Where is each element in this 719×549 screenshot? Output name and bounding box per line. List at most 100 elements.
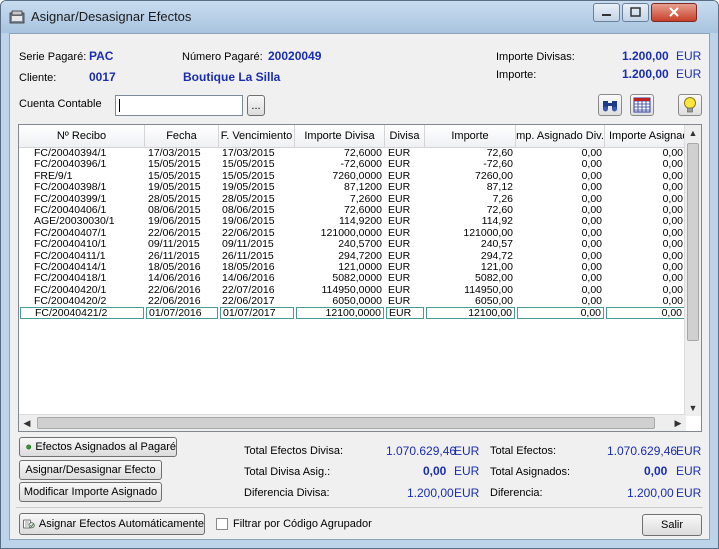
cell-importe: 121,00 [480, 261, 513, 273]
table-row[interactable]: FC/20040394/1 17/03/2015 17/03/2015 72,6000… [19, 148, 686, 159]
scroll-right-icon[interactable]: ▶ [670, 415, 686, 431]
cell-divisa: EUR [388, 204, 411, 216]
cell-divisa: EUR [386, 307, 424, 319]
efectos-grid[interactable]: Nº Recibo Fecha F. Vencimiento Importe D… [18, 124, 702, 432]
efectos-asignados-button[interactable]: Efectos Asignados al Pagaré [19, 437, 177, 457]
horizontal-scroll-thumb[interactable] [37, 417, 655, 429]
close-window-button[interactable] [651, 3, 697, 22]
cell-importe-divisa: 114,9200 [338, 216, 382, 228]
column-header-vencimiento[interactable]: F. Vencimiento [219, 125, 295, 147]
total-efectos-value: 1.070.629,46 [607, 444, 678, 458]
cell-asignado-divisa: 0,00 [581, 216, 602, 228]
browse-cuenta-button[interactable]: ... [247, 95, 265, 116]
asignar-automaticamente-button[interactable]: Asignar Efectos Automáticamente [19, 513, 205, 535]
table-row[interactable]: FC/20040418/1 14/06/2016 14/06/2016 5082,00… [19, 273, 686, 284]
auto-assign-icon [23, 519, 35, 529]
cell-importe: -72,60 [483, 159, 513, 171]
scroll-left-icon[interactable]: ◀ [19, 415, 35, 431]
cell-divisa: EUR [388, 284, 411, 296]
table-row[interactable]: FC/20040396/1 15/05/2015 15/05/2015 -72,600… [19, 159, 686, 170]
cell-asignado-divisa: 0,00 [581, 273, 602, 285]
table-row[interactable]: FRE/9/1 15/05/2015 15/05/2015 7260,0000 EUR 7… [19, 171, 686, 182]
importe-label: Importe: [496, 69, 537, 81]
vertical-scrollbar[interactable]: ▲ ▼ [684, 125, 701, 416]
table-row[interactable]: FC/20040410/1 09/11/2015 09/11/2015 240,570… [19, 239, 686, 250]
cell-importe-divisa: 114950,0000 [321, 284, 382, 296]
asignar-desasignar-button[interactable]: Asignar/Desasignar Efecto [19, 460, 162, 480]
cell-importe-asignado: 0,00 [662, 227, 683, 239]
cell-divisa: EUR [388, 159, 411, 171]
column-header-fecha[interactable]: Fecha [145, 125, 219, 147]
cell-fecha: 17/03/2015 [148, 148, 201, 159]
salir-button[interactable]: Salir [642, 514, 702, 536]
cell-importe: 7,26 [492, 193, 513, 205]
cell-importe-asignado: 0,00 [662, 261, 683, 273]
column-header-importe[interactable]: Importe [425, 125, 516, 147]
total-asignados-currency: EUR [676, 464, 702, 478]
cell-recibo: FC/20040420/1 [34, 284, 107, 296]
cell-recibo: FC/20040399/1 [34, 193, 107, 205]
help-tip-button[interactable] [678, 94, 702, 116]
cell-fecha: 22/06/2016 [148, 284, 201, 296]
importe-currency: EUR [676, 67, 702, 81]
table-row[interactable]: FC/20040420/1 22/06/2016 22/07/2016 114950,… [19, 285, 686, 296]
title-bar[interactable]: Asignar/Desasignar Efectos [1, 1, 718, 33]
search-button[interactable] [598, 94, 622, 116]
table-row-selected[interactable]: FC/20040421/2 01/07/2016 01/07/2017 12100,0… [19, 307, 686, 319]
cell-importe-asignado: 0,00 [662, 193, 683, 205]
cell-vencimiento: 18/05/2016 [222, 261, 275, 273]
table-row[interactable]: AGE/20030030/1 19/06/2015 19/06/2015 114,92… [19, 216, 686, 227]
importe-divisas-value: 1.200,00 [622, 49, 669, 63]
cell-divisa: EUR [388, 227, 411, 239]
grid-view-button[interactable] [630, 94, 654, 116]
scroll-up-icon[interactable]: ▲ [685, 125, 701, 141]
cell-importe: 294,72 [480, 250, 513, 262]
column-header-importe-asignado[interactable]: Importe Asignad [605, 125, 686, 147]
cell-fecha: 26/11/2015 [148, 250, 200, 262]
cell-importe-divisa: 87,1200 [344, 182, 382, 194]
cell-divisa: EUR [388, 250, 411, 262]
filtrar-checkbox[interactable] [216, 518, 228, 530]
modificar-importe-button[interactable]: Modificar Importe Asignado [19, 482, 162, 502]
table-row[interactable]: FC/20040399/1 28/05/2015 28/05/2015 7,2600 E… [19, 194, 686, 205]
column-header-recibo[interactable]: Nº Recibo [19, 125, 145, 147]
cell-asignado-divisa: 0,00 [581, 261, 602, 273]
importe-divisas-currency: EUR [676, 49, 702, 63]
cell-importe-asignado: 0,00 [662, 296, 683, 308]
cell-importe-divisa: 6050,0000 [332, 296, 382, 308]
importe-divisas-label: Importe Divisas: [496, 51, 575, 63]
cell-importe: 240,57 [480, 239, 513, 251]
table-row[interactable]: FC/20040398/1 19/05/2015 19/05/2015 87,1200… [19, 182, 686, 193]
table-row[interactable]: FC/20040406/1 08/06/2015 08/06/2015 72,6000… [19, 205, 686, 216]
minimize-button[interactable] [593, 3, 620, 22]
cell-importe: 5082,00 [475, 273, 513, 285]
cell-recibo: FC/20040394/1 [34, 148, 107, 159]
cuenta-contable-input[interactable] [115, 95, 243, 116]
diferencia-divisa-value: 1.200,00 [407, 486, 454, 500]
table-row[interactable]: FC/20040411/1 26/11/2015 26/11/2015 294,720… [19, 251, 686, 262]
scroll-down-icon[interactable]: ▼ [685, 400, 701, 416]
vertical-scroll-thumb[interactable] [687, 143, 699, 341]
divider [16, 507, 703, 508]
cell-fecha: 22/06/2015 [148, 227, 201, 239]
cell-importe-asignado: 0,00 [662, 216, 683, 228]
table-row[interactable]: FC/20040420/2 22/06/2016 22/06/2017 6050,00… [19, 296, 686, 307]
grid-header: Nº Recibo Fecha F. Vencimiento Importe D… [19, 125, 701, 148]
horizontal-scrollbar[interactable]: ◀ ▶ [19, 414, 686, 431]
cell-importe-divisa: -72,6000 [340, 159, 382, 171]
cell-vencimiento: 19/05/2015 [222, 182, 275, 194]
total-efectos-divisa-currency: EUR [454, 444, 480, 458]
maximize-button[interactable] [622, 3, 649, 22]
column-header-asignado-divisa[interactable]: mp. Asignado Div. [516, 125, 605, 147]
table-row[interactable]: FC/20040407/1 22/06/2015 22/06/2015 121000,… [19, 228, 686, 239]
total-divisa-asig-label: Total Divisa Asig.: [244, 466, 331, 478]
window-title: Asignar/Desasignar Efectos [31, 9, 192, 24]
cell-divisa: EUR [388, 170, 411, 182]
filtrar-label[interactable]: Filtrar por Código Agrupador [233, 518, 372, 530]
column-header-divisa[interactable]: Divisa [385, 125, 425, 147]
grid-body: FC/20040394/1 17/03/2015 17/03/2015 72,6000… [19, 148, 686, 319]
binoculars-icon [603, 101, 617, 112]
column-header-importe-divisa[interactable]: Importe Divisa [295, 125, 385, 147]
table-row[interactable]: FC/20040414/1 18/05/2016 18/05/2016 121,000… [19, 262, 686, 273]
diferencia-value: 1.200,00 [627, 486, 674, 500]
